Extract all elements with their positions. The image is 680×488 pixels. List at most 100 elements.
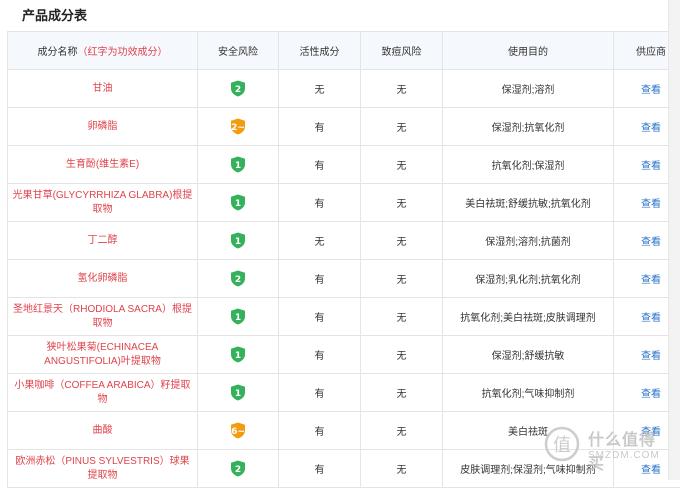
active-value-cell: 有 [279, 260, 361, 298]
safety-shield-icon: 2~ [230, 118, 246, 135]
table-row: 氢化卵磷脂 2有无 保湿剂;乳化剂;抗氧化剂 查看 [8, 260, 680, 298]
safety-level-text: 1 [235, 313, 241, 323]
ingredient-name-cell: 曲酸 [8, 412, 198, 450]
ingredient-name-cell: 欧洲赤松（PINUS SYLVESTRIS）球果提取物 [8, 450, 198, 488]
active-value-cell: 有 [279, 146, 361, 184]
ingredient-name[interactable]: 光果甘草(GLYCYRRHIZA GLABRA)根提取物 [13, 190, 193, 215]
view-supplier-link[interactable]: 查看 [641, 123, 661, 134]
view-supplier-link[interactable]: 查看 [641, 199, 661, 210]
view-supplier-link[interactable]: 查看 [641, 237, 661, 248]
ingredient-name[interactable]: 狭叶松果菊(ECHINACEA ANGUSTIFOLIA)叶提取物 [44, 342, 161, 367]
active-value-cell: 有 [279, 450, 361, 488]
table-row: 光果甘草(GLYCYRRHIZA GLABRA)根提取物1有无美白祛斑;舒缓抗敏… [8, 184, 680, 222]
ingredient-name-cell: 氢化卵磷脂 [8, 260, 198, 298]
safety-level-text: 1 [235, 237, 241, 247]
ingredient-name[interactable]: 生育酚(维生素E) [66, 159, 139, 170]
header-acne: 致痘风险 [361, 32, 443, 70]
table-row: 生育酚(维生素E) 1 有 无 抗氧化剂;保湿剂 查看 [8, 146, 680, 184]
safety-cell: 6~ [198, 412, 279, 450]
ingredient-name[interactable]: 甘油 [93, 83, 113, 94]
table-row: 小果咖啡（COFFEA ARABICA）籽提取物 1 有 无 抗氧化剂;气味抑制剂 查看 [8, 374, 680, 412]
ingredient-name[interactable]: 卵磷脂 [88, 121, 118, 132]
safety-cell: 2 [198, 450, 279, 488]
ingredient-name-cell: 狭叶松果菊(ECHINACEA ANGUSTIFOLIA)叶提取物 [8, 336, 198, 374]
safety-level-text: 2~ [231, 123, 245, 133]
acne-value: 无 [397, 389, 407, 400]
safety-level-text: 6~ [231, 427, 245, 437]
ingredient-name-cell: 生育酚(维生素E) [8, 146, 198, 184]
purpose-value: 保湿剂;乳化剂;抗氧化剂 [475, 275, 581, 286]
safety-level-text: 1 [235, 351, 241, 361]
safety-cell: 2~ [198, 108, 279, 146]
ingredient-name-cell: 光果甘草(GLYCYRRHIZA GLABRA)根提取物 [8, 184, 198, 222]
purpose-value-cell: 美白祛斑;舒缓抗敏;抗氧化剂 [443, 184, 614, 222]
acne-value: 无 [397, 161, 407, 172]
ingredient-name-cell: 甘油 [8, 70, 198, 108]
purpose-value: 保湿剂;抗氧化剂 [492, 123, 565, 134]
ingredient-name-cell: 丁二醇 [8, 222, 198, 260]
acne-value-cell: 无 [361, 108, 443, 146]
acne-value: 无 [397, 85, 407, 96]
view-supplier-link[interactable]: 查看 [641, 465, 661, 476]
safety-cell: 1 [198, 298, 279, 336]
view-supplier-link[interactable]: 查看 [641, 85, 661, 96]
safety-shield-icon: 1 [230, 194, 246, 211]
table-row: 甘油2无无保湿剂;溶剂查看 [8, 70, 680, 108]
active-value-cell: 有 [279, 412, 361, 450]
purpose-value-cell: 保湿剂;乳化剂;抗氧化剂 [443, 260, 614, 298]
acne-value: 无 [397, 351, 407, 362]
header-purpose: 使用目的 [443, 32, 614, 70]
purpose-value: 抗氧化剂;气味抑制剂 [482, 389, 575, 400]
ingredient-name[interactable]: 欧洲赤松（PINUS SYLVESTRIS）球果提取物 [15, 456, 189, 481]
table-row: 圣地红景天（RHODIOLA SACRA）根提取物1有无抗氧化剂;美白祛斑;皮肤… [8, 298, 680, 336]
purpose-value-cell: 美白祛斑 [443, 412, 614, 450]
acne-value: 无 [397, 237, 407, 248]
safety-cell: 2 [198, 260, 279, 298]
acne-value-cell: 无 [361, 374, 443, 412]
scrollbar-track[interactable] [668, 0, 680, 480]
header-name-label: 成分名称 [38, 47, 78, 58]
ingredient-name[interactable]: 曲酸 [93, 425, 113, 436]
view-supplier-link[interactable]: 查看 [641, 161, 661, 172]
view-supplier-link[interactable]: 查看 [641, 351, 661, 362]
table-row: 狭叶松果菊(ECHINACEA ANGUSTIFOLIA)叶提取物1有无保湿剂;… [8, 336, 680, 374]
ingredient-name[interactable]: 圣地红景天（RHODIOLA SACRA）根提取物 [13, 304, 192, 329]
ingredient-table: 成分名称（红字为功效成分） 安全风险 活性成分 致痘风险 使用目的 供应商 甘油… [7, 31, 680, 488]
page-title: 产品成分表 [22, 6, 87, 26]
acne-value-cell: 无 [361, 336, 443, 374]
purpose-value-cell: 皮肤调理剂;保湿剂;气味抑制剂 [443, 450, 614, 488]
header-name: 成分名称（红字为功效成分） [8, 32, 198, 70]
view-supplier-link[interactable]: 查看 [641, 389, 661, 400]
active-value: 有 [315, 389, 325, 400]
acne-value-cell: 无 [361, 298, 443, 336]
table-row: 丁二醇 1 无 无 保湿剂;溶剂;抗菌剂 查看 [8, 222, 680, 260]
table-row: 欧洲赤松（PINUS SYLVESTRIS）球果提取物2有无皮肤调理剂;保湿剂;… [8, 450, 680, 488]
purpose-value: 保湿剂;舒缓抗敏 [492, 351, 565, 362]
acne-value: 无 [397, 199, 407, 210]
ingredient-name[interactable]: 小果咖啡（COFFEA ARABICA）籽提取物 [14, 380, 190, 405]
active-value: 无 [315, 85, 325, 96]
safety-level-text: 2 [235, 465, 241, 475]
safety-shield-icon: 1 [230, 156, 246, 173]
safety-cell: 1 [198, 336, 279, 374]
safety-cell: 1 [198, 146, 279, 184]
safety-level-text: 1 [235, 199, 241, 209]
purpose-value-cell: 保湿剂;溶剂;抗菌剂 [443, 222, 614, 260]
ingredient-name-cell: 卵磷脂 [8, 108, 198, 146]
purpose-value: 美白祛斑;舒缓抗敏;抗氧化剂 [465, 199, 591, 210]
view-supplier-link[interactable]: 查看 [641, 427, 661, 438]
active-value-cell: 无 [279, 222, 361, 260]
view-supplier-link[interactable]: 查看 [641, 275, 661, 286]
active-value: 有 [315, 123, 325, 134]
ingredient-name[interactable]: 丁二醇 [88, 235, 118, 246]
active-value-cell: 有 [279, 374, 361, 412]
safety-level-text: 1 [235, 389, 241, 399]
safety-cell: 1 [198, 184, 279, 222]
ingredient-name[interactable]: 氢化卵磷脂 [78, 273, 128, 284]
safety-shield-icon: 6~ [230, 422, 246, 439]
safety-shield-icon: 1 [230, 384, 246, 401]
purpose-value: 抗氧化剂;保湿剂 [492, 161, 565, 172]
purpose-value: 保湿剂;溶剂;抗菌剂 [485, 237, 571, 248]
view-supplier-link[interactable]: 查看 [641, 313, 661, 324]
acne-value-cell: 无 [361, 260, 443, 298]
